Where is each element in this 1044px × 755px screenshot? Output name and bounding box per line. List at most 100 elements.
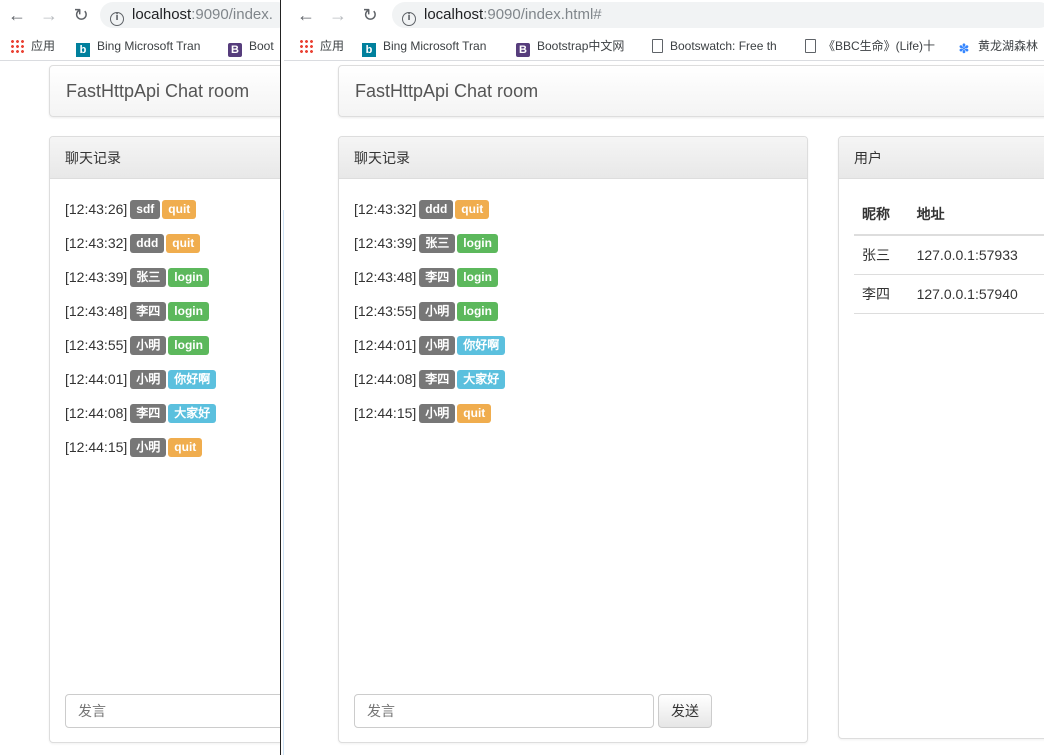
bookmark-apps[interactable]: 应用	[10, 38, 55, 54]
column-header-nick: 昵称	[854, 194, 909, 236]
back-arrow-icon[interactable]: ←	[295, 4, 317, 26]
message-time: [12:44:08]	[65, 405, 128, 421]
address-bar[interactable]: i localhost:9090/index.	[100, 2, 280, 28]
message-label: quit	[166, 234, 201, 253]
list-item: [12:44:08] 李四 大家好	[65, 403, 280, 437]
user-label: 李四	[419, 268, 456, 287]
bootstrap-logo-icon: B	[228, 43, 242, 57]
list-item: [12:43:39] 张三 login	[65, 267, 280, 301]
user-label: sdf	[130, 200, 161, 219]
message-label: 你好啊	[457, 336, 506, 355]
bookmark-label: 黄龙湖森林	[978, 39, 1039, 53]
forward-arrow-icon[interactable]: →	[327, 4, 349, 26]
reload-icon[interactable]: ↻	[70, 4, 92, 26]
message-time: [12:43:32]	[65, 235, 128, 251]
bookmark-huanglong[interactable]: ✽ 黄龙湖森林	[957, 38, 1039, 56]
list-item: [12:44:08] 李四 大家好	[354, 369, 792, 403]
baidu-paw-icon: ✽	[958, 41, 970, 56]
list-item: [12:43:48] 李四 login	[354, 267, 792, 301]
user-label: 李四	[130, 302, 167, 321]
message-input[interactable]	[65, 694, 280, 728]
message-time: [12:44:08]	[354, 371, 417, 387]
message-label: login	[168, 268, 209, 287]
list-item: [12:43:32] ddd quit	[354, 199, 792, 233]
message-time: [12:44:01]	[65, 371, 128, 387]
user-address: 127.0.0.1:57933	[908, 235, 1044, 275]
user-label: ddd	[130, 234, 165, 253]
browser-window-left: ← → ↻ i localhost:9090/index. 应用 b Bing Mi…	[0, 0, 280, 755]
table-header-row: 昵称 地址	[854, 194, 1044, 236]
url-host: localhost	[424, 6, 484, 23]
user-label: ddd	[419, 200, 454, 219]
bookmark-label: Bing Microsoft Tran	[97, 39, 201, 53]
bookmark-label: Bootstrap中文网	[537, 39, 625, 53]
bookmark-bing[interactable]: b Bing Microsoft Tran	[76, 38, 201, 57]
message-label: login	[168, 302, 209, 321]
message-label: 大家好	[457, 370, 506, 389]
bing-logo-icon: b	[76, 43, 90, 57]
chat-form	[65, 694, 280, 728]
user-label: 小明	[130, 438, 167, 457]
bookmark-label: Bing Microsoft Tran	[383, 39, 487, 53]
message-time: [12:43:48]	[65, 303, 128, 319]
bookmarks-bar: 应用 b Bing Microsoft Tran B Bootstrap中文网 Bo…	[284, 31, 1044, 61]
list-item: [12:43:32] ddd quit	[65, 233, 280, 267]
column-header-address: 地址	[908, 194, 1044, 236]
user-label: 小明	[130, 336, 167, 355]
message-label: login	[457, 234, 498, 253]
list-item: [12:43:55] 小明 login	[65, 335, 280, 369]
user-label: 小明	[419, 336, 456, 355]
message-label: login	[457, 302, 498, 321]
user-label: 小明	[419, 302, 456, 321]
apps-grid-icon	[10, 39, 24, 53]
bookmark-bootstrap[interactable]: B Bootstrap中文网	[516, 38, 625, 57]
navbar-brand[interactable]: FastHttpApi Chat room	[338, 65, 1044, 117]
url-path: :9090/index.	[191, 6, 273, 23]
message-time: [12:43:39]	[354, 235, 417, 251]
chat-panel: 聊天记录 [12:43:26] sdf quit [12:43:32] ddd quit[…	[49, 136, 280, 743]
reload-icon[interactable]: ↻	[359, 4, 381, 26]
address-bar[interactable]: i localhost:9090/index.html#	[392, 2, 1044, 28]
bookmark-bootstrap[interactable]: B Boot	[228, 38, 274, 57]
list-item: [12:43:48] 李四 login	[65, 301, 280, 335]
message-time: [12:44:15]	[354, 405, 417, 421]
chat-panel-title: 聊天记录	[339, 137, 807, 179]
navbar-brand[interactable]: FastHttpApi Chat room	[49, 65, 280, 117]
bookmark-label: 应用	[31, 39, 56, 53]
users-panel-title: 用户	[839, 137, 1044, 179]
forward-arrow-icon[interactable]: →	[38, 4, 60, 26]
message-time: [12:43:39]	[65, 269, 128, 285]
user-label: 张三	[130, 268, 167, 287]
bootstrap-logo-icon: B	[516, 43, 530, 57]
page-content: FastHttpApi Chat room 聊天记录 [12:43:26] sdf…	[0, 62, 280, 755]
user-label: 小明	[419, 404, 456, 423]
site-info-icon[interactable]: i	[402, 12, 416, 26]
browser-toolbar: ← → ↻ i localhost:9090/index.	[0, 0, 280, 30]
bookmark-bbc[interactable]: 《BBC生命》(Life)十	[805, 38, 935, 54]
message-label: quit	[168, 438, 203, 457]
bookmark-apps[interactable]: 应用	[299, 38, 344, 54]
chat-panel-title: 聊天记录	[50, 137, 280, 179]
page-icon	[652, 39, 663, 53]
bookmark-bing[interactable]: b Bing Microsoft Tran	[362, 38, 487, 57]
browser-toolbar: ← → ↻ i localhost:9090/index.html#	[284, 0, 1044, 30]
message-input[interactable]	[354, 694, 654, 728]
message-time: [12:44:15]	[65, 439, 128, 455]
site-info-icon[interactable]: i	[110, 12, 124, 26]
page-icon	[805, 39, 816, 53]
page-content: FastHttpApi Chat room 聊天记录 [12:43:32] ddd…	[284, 62, 1044, 755]
bookmark-bootswatch[interactable]: Bootswatch: Free th	[652, 38, 777, 54]
browser-window-right: ← → ↻ i localhost:9090/index.html# 应用 b Bi…	[284, 0, 1044, 755]
message-label: quit	[457, 404, 492, 423]
message-label: login	[457, 268, 498, 287]
users-panel: 用户 昵称 地址 张三 127.0.0.1:57933 李四 127.0.0.1…	[838, 136, 1044, 739]
bookmark-label: Boot	[249, 39, 274, 53]
message-time: [12:43:55]	[65, 337, 128, 353]
bookmark-label: 应用	[320, 39, 345, 53]
bookmarks-bar: 应用 b Bing Microsoft Tran B Boot	[0, 31, 280, 61]
back-arrow-icon[interactable]: ←	[6, 4, 28, 26]
list-item: [12:43:55] 小明 login	[354, 301, 792, 335]
table-row: 张三 127.0.0.1:57933	[854, 235, 1044, 275]
send-button[interactable]: 发送	[658, 694, 712, 728]
message-list: [12:43:32] ddd quit [12:43:39] 张三 login [12:43…	[339, 179, 807, 437]
